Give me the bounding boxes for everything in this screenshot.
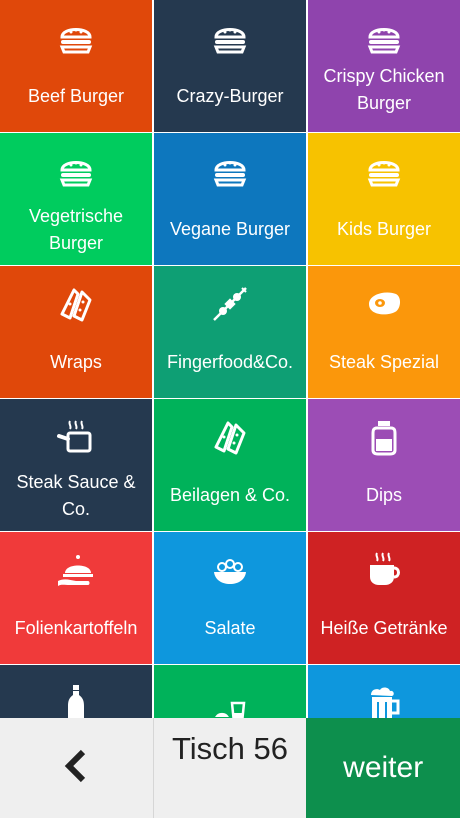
category-tile-crispy-chicken-burger[interactable]: Crispy Chicken Burger bbox=[308, 0, 460, 132]
category-tile-bier[interactable] bbox=[308, 665, 460, 718]
category-grid: Beef Burger Crazy-Burger Crispy Chicken … bbox=[0, 0, 460, 718]
tile-label: Wraps bbox=[50, 352, 102, 372]
tile-label: Vegetrische Burger bbox=[28, 205, 124, 253]
salad-icon bbox=[210, 550, 250, 590]
category-tile-steak-sauce[interactable]: Steak Sauce & Co. bbox=[0, 399, 152, 531]
category-tile-beilagen[interactable]: Beilagen & Co. bbox=[154, 399, 306, 531]
steak-icon bbox=[364, 284, 404, 324]
hot-cup-icon bbox=[364, 550, 404, 590]
category-tile-vegane-burger[interactable]: Vegane Burger bbox=[154, 133, 306, 265]
category-tile-fingerfood[interactable]: Fingerfood&Co. bbox=[154, 266, 306, 398]
bottom-bar: Tisch 56 weiter bbox=[0, 718, 460, 818]
tile-label: Folienkartoffeln bbox=[14, 618, 138, 638]
lemon-drink-icon bbox=[210, 683, 250, 718]
back-button[interactable] bbox=[0, 718, 154, 818]
bottle-icon bbox=[56, 683, 96, 718]
category-tile-vegetrische-burger[interactable]: Vegetrische Burger bbox=[0, 133, 152, 265]
category-tile-folienkartoffeln[interactable]: Folienkartoffeln bbox=[0, 532, 152, 664]
beer-mug-icon bbox=[364, 683, 404, 718]
tortilla-icon bbox=[210, 417, 250, 457]
tortilla-icon bbox=[56, 284, 96, 324]
category-tile-kids-burger[interactable]: Kids Burger bbox=[308, 133, 460, 265]
category-tile-steak-spezial[interactable]: Steak Spezial bbox=[308, 266, 460, 398]
tile-label: Steak Sauce & Co. bbox=[16, 471, 136, 519]
jar-icon bbox=[364, 417, 404, 457]
chevron-left-icon bbox=[63, 749, 89, 788]
tile-label: Vegane Burger bbox=[169, 219, 291, 239]
category-tile-dips[interactable]: Dips bbox=[308, 399, 460, 531]
tile-label: Crispy Chicken Burger bbox=[323, 66, 445, 113]
burger-icon bbox=[210, 151, 250, 191]
tile-label: Fingerfood&Co. bbox=[166, 352, 294, 372]
skewer-icon bbox=[210, 284, 250, 324]
category-tile-heisse-getraenke[interactable]: Heiße Getränke bbox=[308, 532, 460, 664]
tile-label: Kids Burger bbox=[336, 219, 432, 239]
tile-label: Crazy-Burger bbox=[176, 86, 284, 106]
next-button[interactable]: weiter bbox=[306, 718, 460, 818]
category-tile-crazy-burger[interactable]: Crazy-Burger bbox=[154, 0, 306, 132]
tile-label: Heiße Getränke bbox=[320, 618, 448, 638]
cloche-icon bbox=[56, 550, 96, 590]
tile-label: Beilagen & Co. bbox=[169, 485, 291, 505]
burger-icon bbox=[364, 151, 404, 191]
category-tile-kalte-getraenke[interactable] bbox=[0, 665, 152, 718]
burger-icon bbox=[56, 151, 96, 191]
saucepan-icon bbox=[56, 417, 96, 457]
category-tile-softdrinks[interactable] bbox=[154, 665, 306, 718]
category-tile-beef-burger[interactable]: Beef Burger bbox=[0, 0, 152, 132]
tile-label: Salate bbox=[204, 618, 256, 638]
category-tile-salate[interactable]: Salate bbox=[154, 532, 306, 664]
table-number-label: Tisch 56 bbox=[153, 718, 307, 818]
burger-icon bbox=[56, 18, 96, 58]
tile-label: Beef Burger bbox=[27, 86, 125, 106]
category-tile-wraps[interactable]: Wraps bbox=[0, 266, 152, 398]
tile-label: Dips bbox=[365, 485, 402, 505]
tile-label: Steak Spezial bbox=[328, 352, 440, 372]
burger-icon bbox=[210, 18, 250, 58]
burger-icon bbox=[364, 18, 404, 58]
